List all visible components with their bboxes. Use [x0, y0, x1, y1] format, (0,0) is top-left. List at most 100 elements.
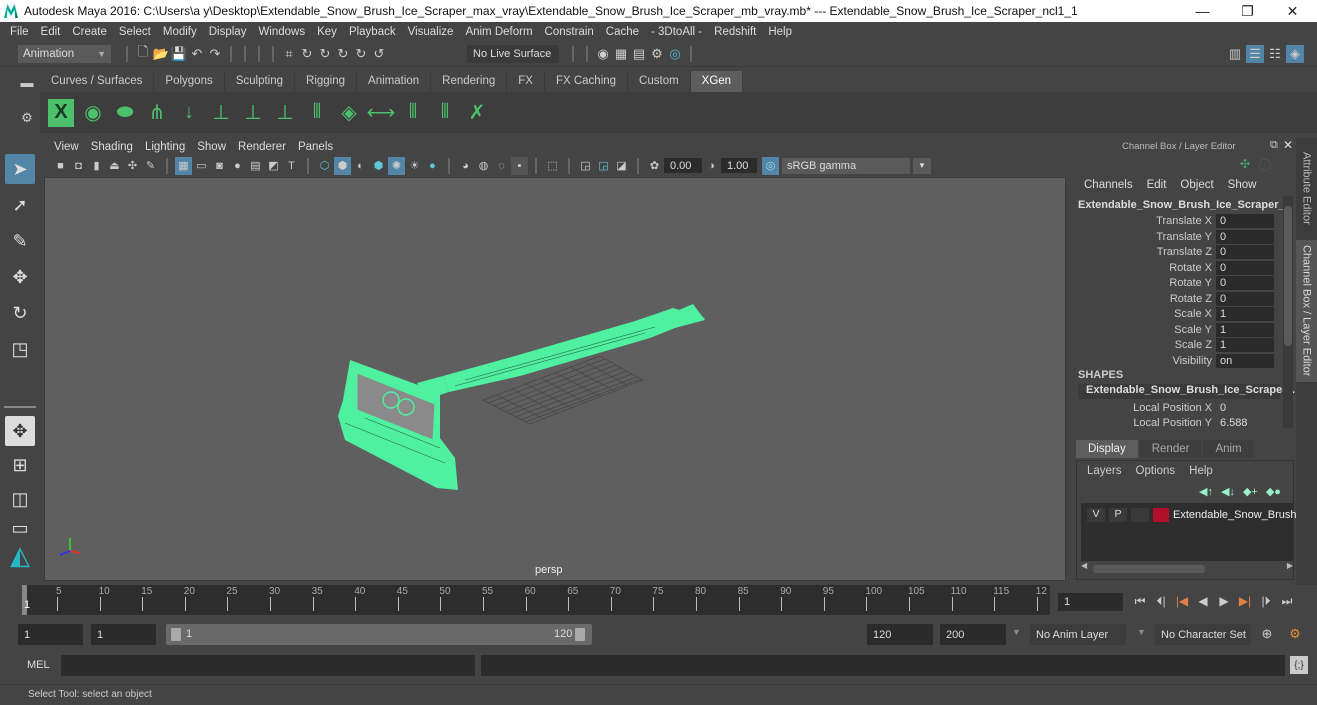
channel-box-tab[interactable]: Channel Box / Layer Editor [1296, 240, 1317, 382]
open-scene-icon[interactable]: 📂 [152, 45, 170, 63]
outliner-persp-layout-icon[interactable]: ◫ [5, 484, 35, 514]
select-tool-icon[interactable]: ➤ [5, 154, 35, 184]
play-backwards-icon[interactable]: ◀ [1193, 591, 1213, 611]
cb-menu-object[interactable]: Object [1180, 179, 1213, 191]
scene-start-field[interactable]: 1 [18, 624, 83, 645]
lasso-tool-icon[interactable]: ➚ [5, 190, 35, 220]
cb-menu-edit[interactable]: Edit [1147, 179, 1167, 191]
camera-icon[interactable]: ■ [52, 157, 69, 175]
xray-components-icon[interactable]: ◪ [613, 157, 630, 175]
xgen-delete-guide-icon[interactable]: ✗ [464, 99, 490, 127]
wireframe-on-shaded-icon[interactable]: ⬢ [370, 157, 387, 175]
render-settings-icon[interactable]: ⚙ [648, 45, 666, 63]
float-panel-icon[interactable]: ⧉ [1270, 139, 1278, 152]
single-perspective-layout-icon[interactable]: ✥ [5, 416, 35, 446]
attribute-editor-tab[interactable]: Attribute Editor [1296, 138, 1317, 238]
channel-row[interactable]: Local Position X 0 [1072, 400, 1282, 415]
bookmark-icon[interactable]: ▮ [88, 157, 105, 175]
xgen-add-guide-icon[interactable]: ⊥ [208, 99, 234, 127]
snap-curve-icon[interactable]: ↻ [298, 45, 316, 63]
channel-value[interactable]: 1 [1216, 337, 1274, 352]
channel-row[interactable]: Scale X 1 [1072, 306, 1282, 321]
xgen-length-icon[interactable]: ⟷ [367, 99, 396, 127]
layer-tab-display[interactable]: Display [1076, 440, 1138, 458]
xgen-clear-preview-icon[interactable]: ⬬ [112, 99, 138, 127]
layer-playback-toggle[interactable]: P [1109, 508, 1127, 522]
range-end-handle[interactable] [575, 628, 585, 641]
use-default-material-icon[interactable]: ◐ [352, 157, 369, 175]
go-to-start-icon[interactable]: ⏮ [1130, 591, 1150, 611]
channel-row[interactable]: Visibility on [1072, 353, 1282, 368]
channel-row[interactable]: Scale Y 1 [1072, 322, 1282, 337]
xgen-ptex-icon[interactable]: ◈ [336, 99, 362, 127]
channel-value[interactable]: 0 [1216, 291, 1274, 306]
paint-select-tool-icon[interactable]: ✎ [5, 226, 35, 256]
panel-menu-renderer[interactable]: Renderer [232, 141, 292, 153]
anim-layer-dropdown-icon[interactable]: ▼ [1012, 627, 1021, 637]
step-forward-key-icon[interactable]: ▶| [1235, 591, 1255, 611]
live-surface-field[interactable]: No Live Surface [467, 45, 559, 63]
panel-menu-panels[interactable]: Panels [292, 141, 339, 153]
snap-grid-icon[interactable]: ⌗ [280, 45, 298, 63]
screen-space-ao-icon[interactable]: ◕ [457, 157, 474, 175]
object-name[interactable]: Extendable_Snow_Brush_Ice_Scraper_... [1078, 199, 1294, 211]
menuset-dropdown[interactable]: Animation ▼ [18, 45, 111, 63]
speed-icon[interactable]: ◯ [1258, 157, 1271, 171]
xgen-lock-guide-icon[interactable]: ⊥ [272, 99, 298, 127]
menu-3dtoall[interactable]: - 3DtoAll - [645, 26, 708, 38]
panel-menu-show[interactable]: Show [191, 141, 232, 153]
character-set-field[interactable]: No Character Set [1155, 624, 1251, 645]
ipr-render-icon[interactable]: ▤ [630, 45, 648, 63]
channel-box-scrollbar[interactable] [1283, 196, 1293, 428]
save-scene-icon[interactable]: 💾 [170, 45, 188, 63]
xgen-preview-icon[interactable]: ◉ [80, 99, 106, 127]
new-layer-icon[interactable]: ◆+ [1243, 485, 1258, 498]
smooth-shade-icon[interactable]: ⬢ [334, 156, 351, 175]
snap-view-plane-icon[interactable]: ↻ [334, 45, 352, 63]
manipulator-icon[interactable]: ✣ [1240, 157, 1250, 171]
menu-redshift[interactable]: Redshift [708, 26, 762, 38]
four-view-layout-icon[interactable]: ⊞ [5, 450, 35, 480]
xgen-create-description-icon[interactable]: ⋔ [144, 99, 170, 127]
play-forwards-icon[interactable]: ▶ [1214, 591, 1234, 611]
xgen-bound-icon[interactable]: ⫴ [432, 99, 458, 127]
layer-row[interactable]: V P Extendable_Snow_Brush [1087, 508, 1297, 522]
cb-menu-channels[interactable]: Channels [1084, 179, 1133, 191]
shelf-tab-rigging[interactable]: Rigging [295, 71, 358, 92]
xray-icon[interactable]: ◲ [577, 157, 594, 175]
script-editor-icon[interactable]: {;} [1290, 656, 1308, 674]
channel-row[interactable]: Scale Z 1 [1072, 337, 1282, 352]
channel-value[interactable]: 1 [1216, 322, 1274, 337]
layer-color-swatch[interactable] [1153, 508, 1169, 522]
redo-icon[interactable]: ↷ [206, 45, 224, 63]
xgen-select-guides-icon[interactable]: ⫴ [400, 99, 426, 127]
playback-end-field[interactable]: 120 [867, 624, 933, 645]
color-space-dropdown-icon[interactable]: ▼ [913, 157, 931, 174]
range-start-handle[interactable] [171, 628, 181, 641]
layer-menu-help[interactable]: Help [1189, 465, 1213, 477]
shape-name[interactable]: Extendable_Snow_Brush_Ice_Scraper... [1078, 384, 1295, 399]
command-language-label[interactable]: MEL [27, 659, 50, 671]
safe-action-icon[interactable]: ◩ [265, 157, 282, 175]
xgen-editor-icon[interactable]: X [48, 98, 74, 127]
scroll-right-icon[interactable]: ▶ [1287, 561, 1293, 570]
channel-value[interactable]: on [1216, 353, 1274, 368]
snap-point-icon[interactable]: ↻ [316, 45, 334, 63]
menu-edit[interactable]: Edit [35, 26, 67, 38]
menu-create[interactable]: Create [66, 26, 113, 38]
scene-end-field[interactable]: 200 [940, 624, 1006, 645]
hypershade-icon[interactable]: ◎ [666, 45, 684, 63]
isolate-select-icon[interactable]: ⬚ [544, 157, 561, 175]
channel-row[interactable]: Rotate Y 0 [1072, 275, 1282, 290]
layer-menu-layers[interactable]: Layers [1087, 465, 1122, 477]
menu-key[interactable]: Key [311, 26, 343, 38]
grid-icon[interactable]: ▦ [175, 156, 192, 175]
channel-value[interactable]: 0 [1216, 401, 1274, 415]
menu-playback[interactable]: Playback [343, 26, 402, 38]
channel-value[interactable]: 0 [1216, 260, 1274, 275]
xgen-place-guides-icon[interactable]: ↓ [176, 99, 202, 127]
minimize-button[interactable]: — [1180, 0, 1225, 22]
layer-menu-options[interactable]: Options [1136, 465, 1176, 477]
close-button[interactable]: ✕ [1270, 0, 1315, 22]
new-layer-selected-icon[interactable]: ◆● [1266, 485, 1281, 498]
